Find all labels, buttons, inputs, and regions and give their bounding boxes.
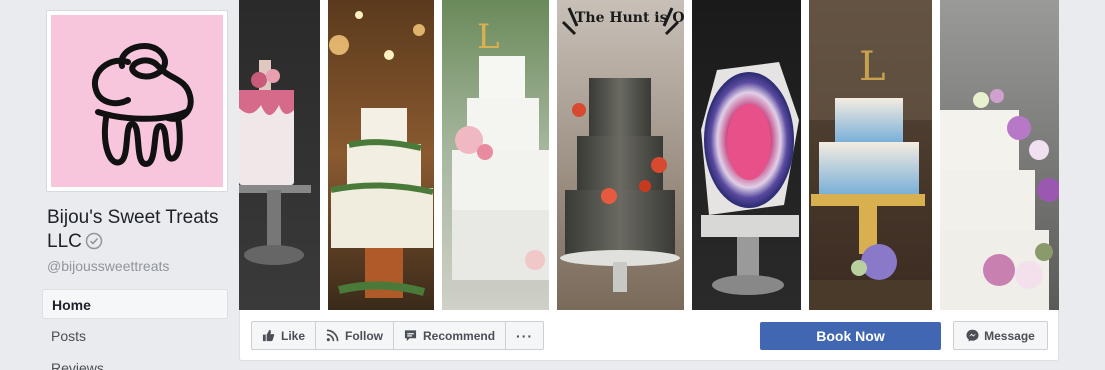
nav-item-home[interactable]: Home: [42, 289, 228, 319]
nav-item-posts[interactable]: Posts: [42, 321, 228, 351]
page-name[interactable]: Bijou's Sweet Treats LLC: [47, 206, 232, 254]
rss-follow-icon: [326, 329, 339, 342]
messenger-icon: [966, 329, 979, 342]
more-options-icon: ···: [516, 327, 534, 344]
page-nav: Home Posts Reviews: [42, 289, 228, 370]
cupcake-logo-icon: [91, 43, 194, 167]
logo: [51, 15, 223, 187]
thumbs-up-icon: [262, 329, 275, 342]
more-options-button[interactable]: ···: [506, 322, 543, 349]
left-column: Bijou's Sweet Treats LLC @bijoussweettre…: [40, 0, 232, 370]
verified-badge-icon: [85, 232, 103, 250]
page-name-text: Bijou's Sweet Treats LLC: [47, 207, 219, 252]
profile-picture[interactable]: [46, 10, 228, 192]
message-label: Message: [984, 328, 1035, 343]
like-label: Like: [281, 328, 306, 343]
page-handle[interactable]: @bijoussweettreats: [47, 258, 169, 274]
book-now-button[interactable]: Book Now: [760, 322, 941, 350]
recommend-button[interactable]: Recommend: [394, 322, 507, 349]
like-button[interactable]: Like: [252, 322, 317, 349]
page-action-bar: Like Follow Recommend ··· Book Now Messa…: [239, 310, 1059, 361]
nav-item-reviews[interactable]: Reviews: [42, 353, 228, 370]
letter-topper: L: [859, 44, 886, 90]
message-button[interactable]: Message: [953, 321, 1048, 350]
follow-label: Follow: [345, 328, 384, 343]
engagement-buttons: Like Follow Recommend ···: [251, 321, 545, 350]
speech-bubble-icon: [404, 330, 417, 342]
follow-button[interactable]: Follow: [316, 322, 395, 349]
cover-photo[interactable]: L The Hunt is Over L: [239, 0, 1059, 310]
recommend-label: Recommend: [423, 328, 496, 343]
cake-collage-image: L The Hunt is Over L: [239, 0, 1059, 310]
love-topper: L: [477, 17, 500, 57]
